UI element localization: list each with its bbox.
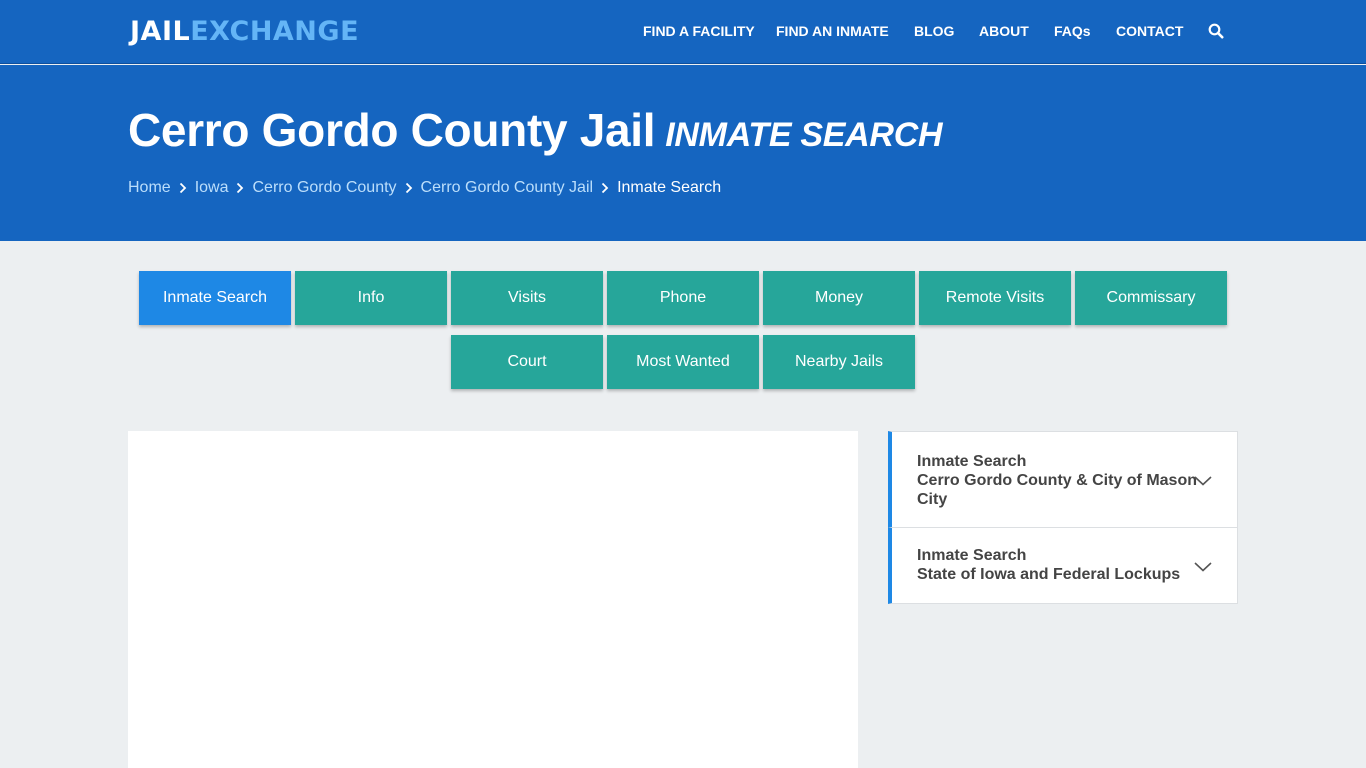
- tab-court[interactable]: Court: [451, 335, 603, 389]
- main-content-card: [128, 431, 858, 768]
- nav-about[interactable]: ABOUT: [979, 23, 1029, 39]
- nav-find-inmate[interactable]: FIND AN INMATE: [776, 23, 889, 39]
- logo-jail: JAIL: [130, 16, 191, 47]
- tab-inmate-search[interactable]: Inmate Search: [139, 271, 291, 325]
- chevron-right-icon: [228, 179, 252, 197]
- accordion-state-search[interactable]: Inmate Search State of Iowa and Federal …: [888, 527, 1238, 604]
- breadcrumb: Home Iowa Cerro Gordo County Cerro Gordo…: [128, 179, 721, 197]
- logo-exchange: EXCHANGE: [190, 16, 360, 47]
- page-title-sub: INMATE SEARCH: [665, 116, 943, 154]
- tab-commissary[interactable]: Commissary: [1075, 271, 1227, 325]
- chevron-right-icon: [397, 179, 421, 197]
- breadcrumb-iowa[interactable]: Iowa: [195, 179, 229, 197]
- nav-find-facility[interactable]: FIND A FACILITY: [643, 23, 755, 39]
- chevron-right-icon: [593, 179, 617, 197]
- chevron-down-icon: [1193, 474, 1213, 486]
- accordion-local-line3: City: [917, 491, 948, 508]
- tab-remote-visits[interactable]: Remote Visits: [919, 271, 1071, 325]
- page-title-main: Cerro Gordo County Jail: [128, 104, 656, 156]
- page-hero: Cerro Gordo County Jail INMATE SEARCH Hom…: [0, 65, 1366, 241]
- search-icon[interactable]: [1208, 23, 1224, 39]
- accordion-local-search[interactable]: Inmate Search Cerro Gordo County & City …: [888, 431, 1238, 528]
- tab-info[interactable]: Info: [295, 271, 447, 325]
- breadcrumb-home[interactable]: Home: [128, 179, 171, 197]
- tab-nearby-jails[interactable]: Nearby Jails: [763, 335, 915, 389]
- tab-most-wanted[interactable]: Most Wanted: [607, 335, 759, 389]
- top-navbar: JAILEXCHANGE FIND A FACILITY FIND AN INM…: [0, 0, 1366, 64]
- site-logo[interactable]: JAILEXCHANGE: [130, 17, 359, 47]
- accordion-local-line2: Cerro Gordo County & City of Mason: [917, 472, 1197, 489]
- accordion-local-line1: Inmate Search: [917, 453, 1027, 470]
- nav-blog[interactable]: BLOG: [914, 23, 954, 39]
- accordion-state-line1: Inmate Search: [917, 547, 1027, 564]
- breadcrumb-county[interactable]: Cerro Gordo County: [252, 179, 396, 197]
- tab-phone[interactable]: Phone: [607, 271, 759, 325]
- tab-money[interactable]: Money: [763, 271, 915, 325]
- chevron-down-icon: [1193, 560, 1213, 572]
- page-title: Cerro Gordo County Jail INMATE SEARCH: [128, 103, 943, 157]
- chevron-right-icon: [171, 179, 195, 197]
- accordion-state-label: Inmate Search State of Iowa and Federal …: [917, 546, 1180, 584]
- accordion-local-label: Inmate Search Cerro Gordo County & City …: [917, 452, 1197, 509]
- nav-faqs[interactable]: FAQs: [1054, 23, 1091, 39]
- tab-visits[interactable]: Visits: [451, 271, 603, 325]
- breadcrumb-current: Inmate Search: [617, 179, 722, 196]
- accordion-state-line2: State of Iowa and Federal Lockups: [917, 566, 1181, 583]
- nav-contact[interactable]: CONTACT: [1116, 23, 1183, 39]
- breadcrumb-jail[interactable]: Cerro Gordo County Jail: [421, 179, 594, 197]
